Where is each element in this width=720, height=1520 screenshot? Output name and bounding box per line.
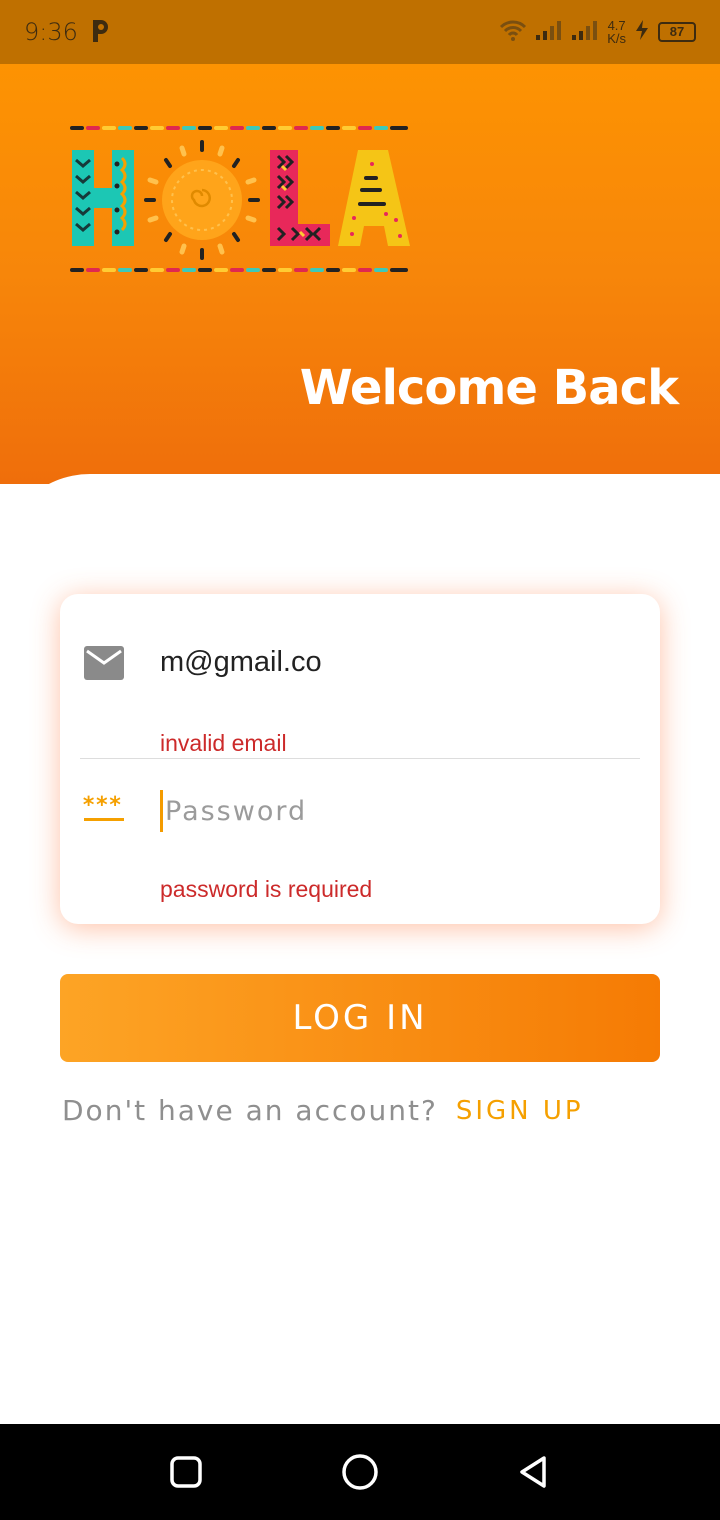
password-icon: *** — [82, 793, 128, 829]
back-icon[interactable] — [510, 1448, 558, 1496]
wifi-icon — [499, 18, 527, 47]
status-time: 9:36 — [24, 18, 78, 46]
signup-row: Don't have an account? SIGN UP — [62, 1094, 584, 1127]
login-button[interactable]: LOG IN — [60, 974, 660, 1062]
signup-question: Don't have an account? — [62, 1094, 438, 1127]
password-error-text: password is required — [160, 876, 373, 902]
signal-icon — [571, 19, 599, 46]
svg-text:***: *** — [82, 794, 122, 818]
app-p-icon — [90, 18, 110, 49]
battery-icon: 87 — [658, 22, 696, 42]
network-speed-unit: K/s — [607, 31, 626, 46]
home-icon[interactable] — [336, 1448, 384, 1496]
recents-icon[interactable] — [162, 1448, 210, 1496]
charging-icon — [634, 19, 650, 46]
status-bar: 9:36 4.7 K/s 87 — [0, 0, 720, 64]
signup-link[interactable]: SIGN UP — [456, 1096, 584, 1126]
welcome-title: Welcome Back — [299, 360, 679, 416]
field-divider — [80, 758, 640, 759]
login-form-card: m@gmail.co invalid email *** password is… — [60, 594, 660, 924]
signal-icon — [535, 19, 563, 46]
email-error-text: invalid email — [160, 730, 287, 756]
network-speed: 4.7 K/s — [607, 19, 626, 45]
mail-icon — [84, 646, 124, 685]
header: Welcome Back — [0, 64, 720, 484]
navigation-bar — [0, 1424, 720, 1520]
password-field[interactable] — [160, 790, 627, 832]
hola-logo — [70, 124, 415, 279]
email-field[interactable]: m@gmail.co — [160, 646, 322, 679]
